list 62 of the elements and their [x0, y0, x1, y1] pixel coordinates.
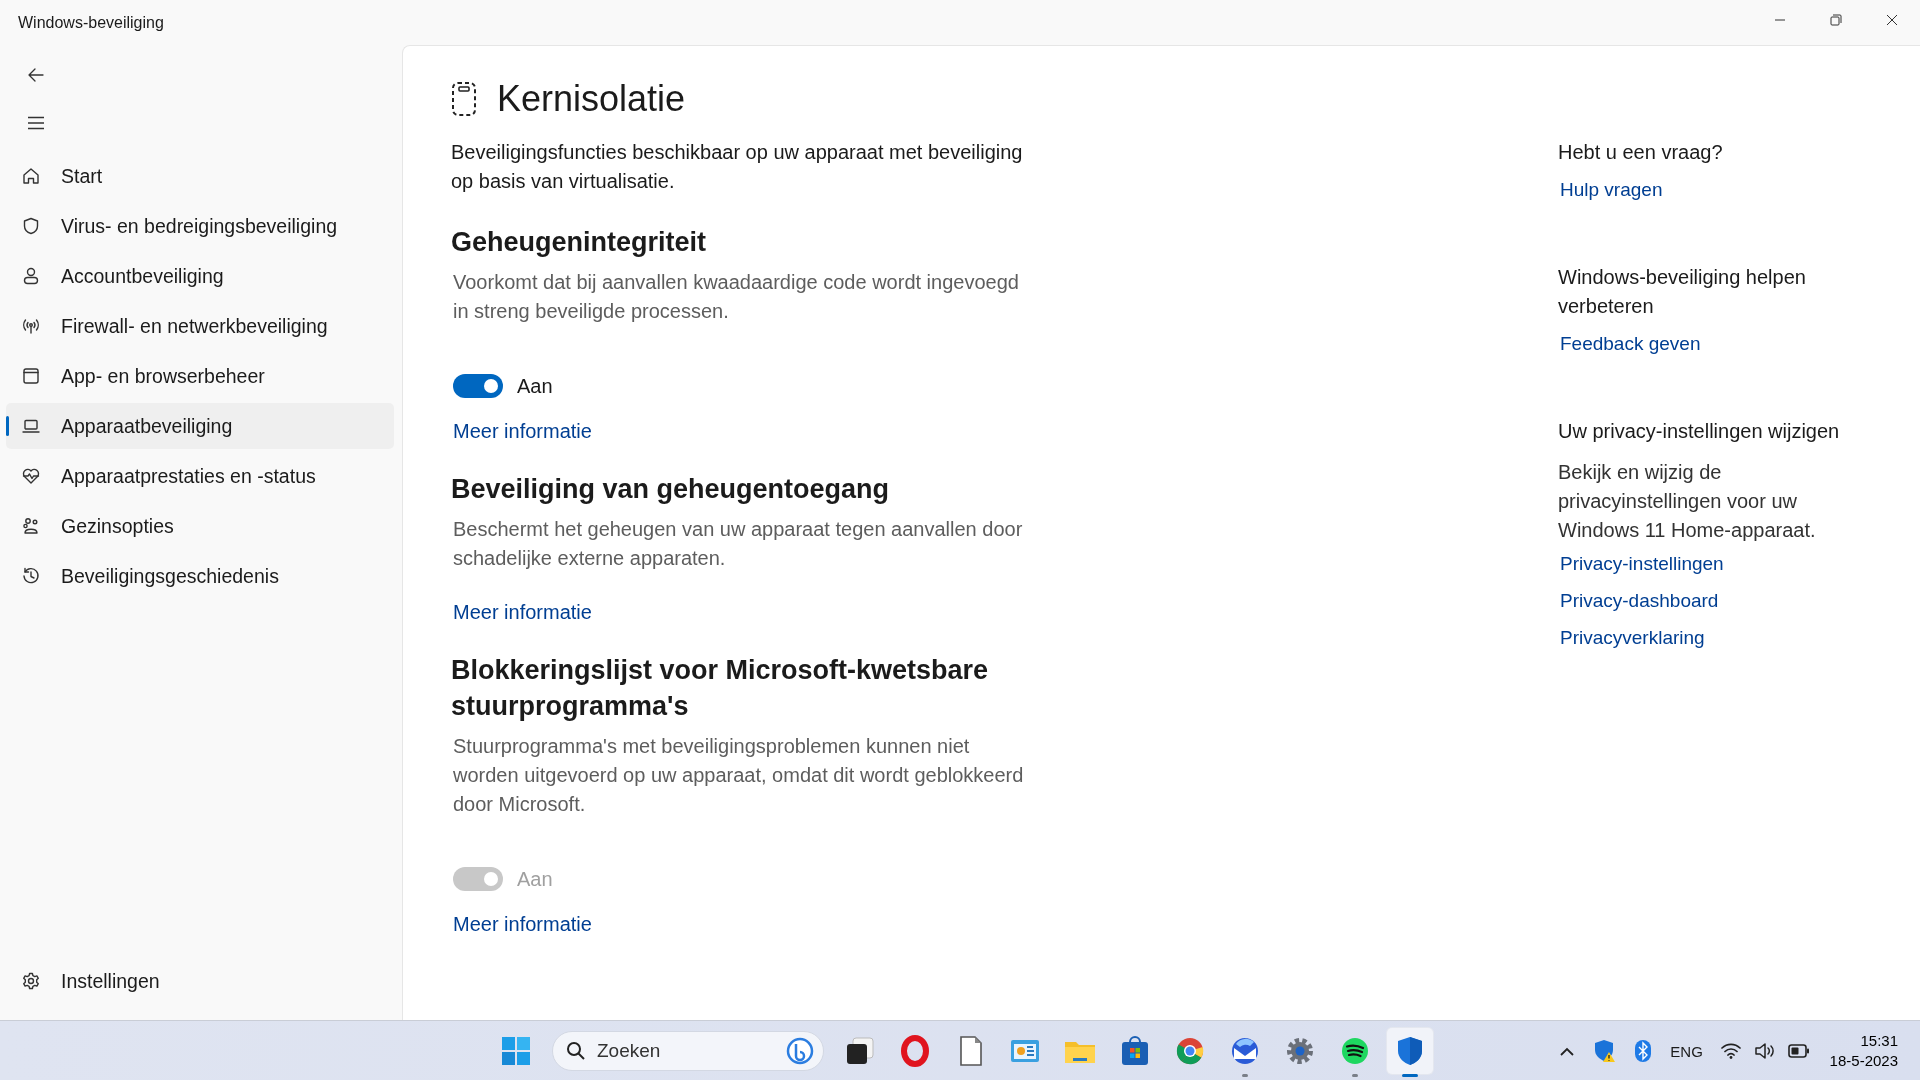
heart-pulse-icon — [21, 466, 41, 486]
more-info-link[interactable]: Meer informatie — [453, 420, 592, 443]
help-heading: Windows-beveiliging helpen verbeteren — [1558, 265, 1807, 319]
section-heading: Beveiliging van geheugentoegang — [451, 473, 891, 506]
page-title: Kernisolatie — [497, 78, 686, 120]
more-info-link[interactable]: Meer informatie — [453, 913, 592, 936]
nav-item[interactable]: Beveiligingsgeschiedenis — [6, 553, 394, 599]
family-icon — [21, 516, 41, 536]
shield-icon — [21, 216, 41, 236]
antenna-icon — [21, 316, 41, 336]
back-arrow-icon — [27, 66, 45, 84]
nav-item[interactable]: Apparaatbeveiliging — [6, 403, 394, 449]
shield-warning-icon — [1593, 1039, 1616, 1063]
toggle-switch[interactable] — [453, 374, 503, 398]
battery-icon — [1787, 1044, 1810, 1058]
help-text: Bekijk en wijzig de privacyinstellingen voor uw Windows 11 Home-apparaat. — [1558, 460, 1817, 543]
section-description: Stuurprogramma's met beveiligingsproblemen kunnen niet worden uitgevoerd op uw apparaat, omdat dit wordt geblokkeerd door Microsoft. — [453, 734, 1025, 817]
nav-item[interactable]: Accountbeveiliging — [6, 253, 394, 299]
section-heading: Blokkeringslijst voor Microsoft-kwetsbare stuurprogramma's — [451, 654, 990, 723]
help-heading: Hebt u een vraag? — [1558, 140, 1724, 165]
help-heading: Uw privacy-instellingen wijzigen — [1558, 419, 1841, 444]
speaker-icon — [1753, 1042, 1776, 1060]
nav-item[interactable]: App- en browserbeheer — [6, 353, 394, 399]
window-title: Windows-beveiliging — [18, 13, 165, 32]
nav-item[interactable]: Instellingen — [6, 958, 394, 1004]
close-icon — [1886, 14, 1898, 26]
window-icon — [21, 366, 41, 386]
history-icon — [21, 566, 41, 586]
core-isolation-icon — [451, 81, 477, 117]
menu-icon — [27, 116, 45, 130]
help-link[interactable]: Privacy-instellingen — [1560, 553, 1724, 575]
person-icon — [21, 266, 41, 286]
date-text: 18-5-2023 — [1829, 1051, 1898, 1071]
section-heading: Geheugenintegriteit — [451, 226, 708, 259]
clock[interactable]: 15:31 18-5-2023 — [1829, 1031, 1898, 1071]
chat-bubble-icon — [786, 1037, 814, 1065]
help-link[interactable]: Privacy-dashboard — [1560, 590, 1719, 612]
wifi-icon — [1720, 1043, 1741, 1059]
help-link[interactable]: Privacyverklaring — [1560, 627, 1705, 649]
restore-icon — [1830, 14, 1842, 26]
time-text: 15:31 — [1860, 1031, 1898, 1051]
chevron-up-icon — [1559, 1046, 1574, 1056]
search-field[interactable]: Zoeken — [552, 1031, 824, 1071]
windows-logo-icon — [501, 1036, 531, 1066]
toggle-label: Aan — [517, 867, 553, 891]
nav-item[interactable]: Gezinsopties — [6, 503, 394, 549]
gear-icon — [21, 971, 41, 991]
nav-item[interactable]: Apparaatprestaties en -status — [6, 453, 394, 499]
more-info-link[interactable]: Meer informatie — [453, 601, 592, 624]
section-description: Voorkomt dat bij aanvallen kwaadaardige code wordt ingevoegd in streng beveiligde processen. — [453, 270, 1020, 324]
nav-item[interactable]: Virus- en bedreigingsbeveiliging — [6, 203, 394, 249]
toggle-label: Aan — [517, 374, 553, 398]
selection-indicator — [6, 416, 9, 436]
nav-item[interactable]: Firewall- en netwerkbeveiliging — [6, 303, 394, 349]
nav-item[interactable]: Start — [6, 153, 394, 199]
page-description: Beveiligingsfuncties beschikbaar op uw apparaat met beveiliging op basis van virtualisatie. — [451, 140, 1024, 194]
help-link[interactable]: Feedback geven — [1560, 333, 1701, 355]
bluetooth-icon — [1634, 1040, 1651, 1062]
language-indicator[interactable]: ENG — [1667, 1031, 1706, 1071]
home-icon — [21, 166, 41, 186]
section-description: Beschermt het geheugen van uw apparaat tegen aanvallen door schadelijke externe apparaten. — [453, 517, 1024, 571]
help-link[interactable]: Hulp vragen — [1560, 179, 1663, 201]
